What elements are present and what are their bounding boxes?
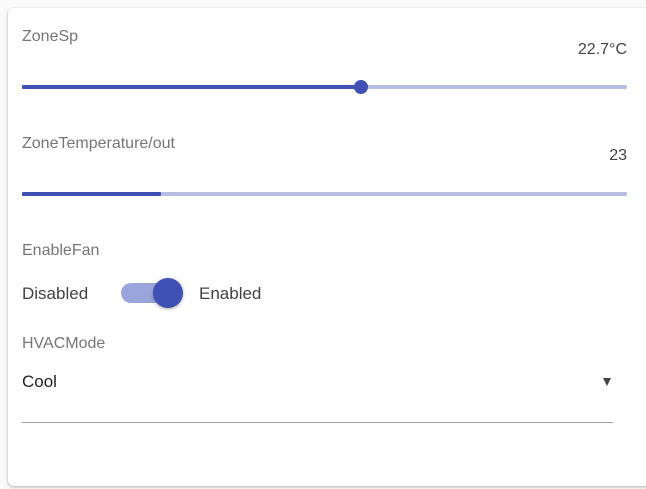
zone-temperature-bar (22, 192, 627, 196)
triangle-down-icon[interactable] (603, 378, 611, 386)
enable-fan-off-text: Disabled (22, 284, 89, 303)
hvac-mode-label: HVACMode (22, 335, 106, 352)
enable-fan-label: EnableFan (22, 242, 100, 259)
zone-temperature-value: 23 (609, 147, 627, 164)
enable-fan-switch-thumb[interactable] (153, 278, 183, 308)
hvac-mode-select[interactable]: Cool (22, 362, 613, 423)
enable-fan-switch[interactable] (121, 278, 185, 308)
zone-sp-label: ZoneSp (22, 28, 79, 45)
hvac-mode-selected-value: Cool (22, 372, 57, 391)
zone-sp-value: 22.7°C (577, 41, 627, 58)
zone-sp-slider[interactable] (22, 80, 627, 94)
enable-fan-on-text: Enabled (199, 284, 262, 303)
zone-sp-slider-fill (22, 85, 361, 89)
zone-temperature-bar-fill (22, 192, 162, 196)
zone-temperature-label: ZoneTemperature/out (22, 135, 175, 152)
zone-sp-slider-thumb[interactable] (353, 80, 368, 94)
